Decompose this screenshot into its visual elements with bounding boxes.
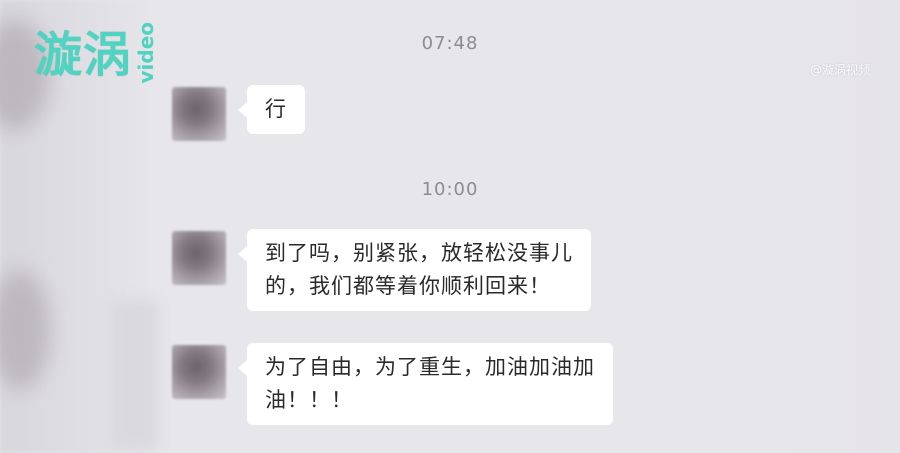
watermark-text: @漩涡视频	[810, 63, 871, 77]
bubble-text-line: 油！！！	[265, 388, 353, 412]
message-timestamp: 10:00	[421, 179, 479, 200]
contact-avatar[interactable]	[172, 87, 226, 141]
contact-avatar[interactable]	[172, 231, 226, 285]
chat-bubble[interactable]: 到了吗，别紧张，放轻松没事儿 的，我们都等着你顺利回来！	[238, 229, 591, 311]
bubble-text-line: 为了自由，为了重生，加油加油加	[265, 355, 595, 379]
blurred-background-panel	[110, 300, 158, 450]
chat-bubble[interactable]: 行	[238, 85, 305, 134]
message-timestamp: 07:48	[421, 33, 479, 54]
logo-main-text: 漩涡	[34, 27, 133, 83]
bubble-text-line: 的，我们都等着你顺利回来！	[265, 274, 551, 298]
bubble-text-line: 行	[265, 97, 287, 121]
chat-bubble[interactable]: 为了自由，为了重生，加油加油加 油！！！	[238, 343, 613, 425]
channel-logo: 漩涡 video	[34, 20, 158, 90]
bubble-text-line: 到了吗，别紧张，放轻松没事儿	[265, 241, 573, 265]
logo-video-text: video	[134, 22, 159, 84]
contact-avatar[interactable]	[172, 345, 226, 399]
